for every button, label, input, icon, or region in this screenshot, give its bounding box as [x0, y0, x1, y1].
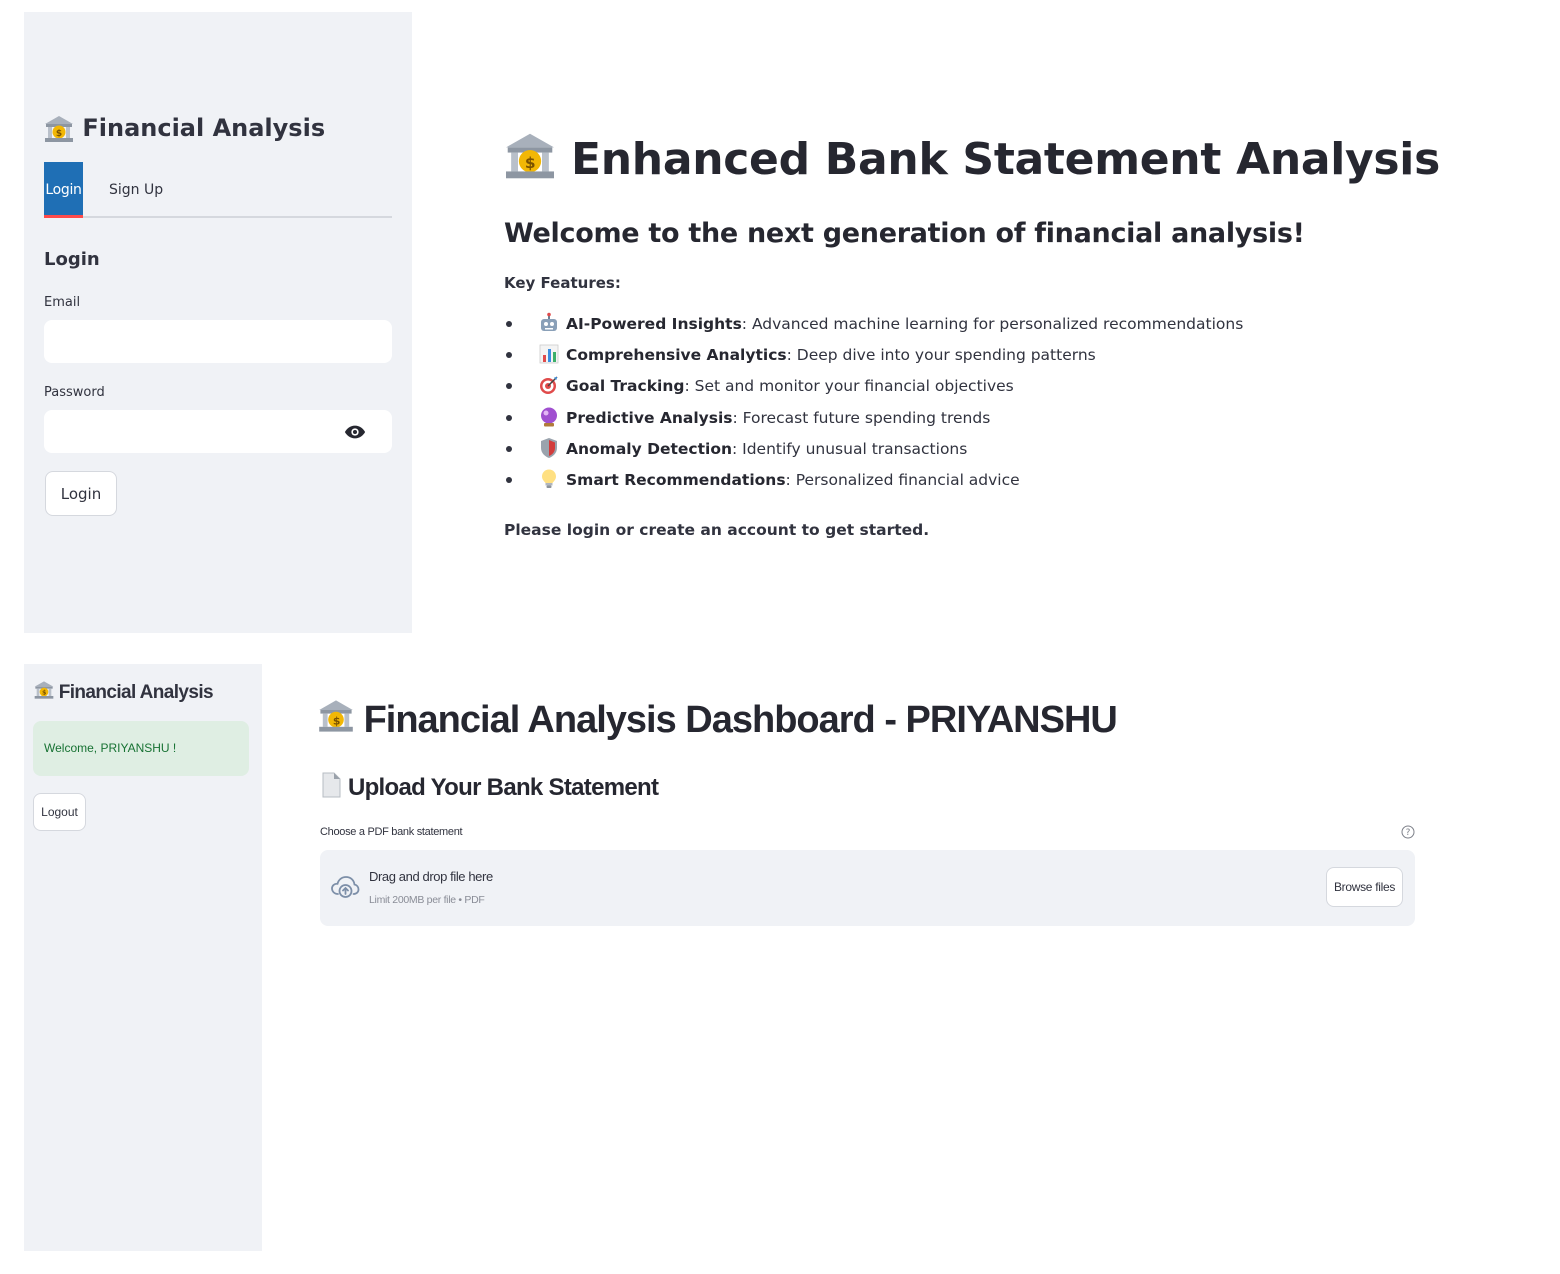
logout-button[interactable]: Logout: [33, 793, 86, 831]
bullet: [506, 445, 512, 452]
cloud-upload-icon: [331, 876, 360, 898]
document-icon: [322, 772, 341, 798]
svg-text:$: $: [42, 690, 46, 697]
feature-name: Predictive Analysis: [566, 408, 733, 427]
bank-icon: $: [34, 681, 54, 699]
bar-chart-icon: [539, 344, 559, 364]
login-form-title: Login: [44, 249, 100, 270]
lightbulb-icon: [542, 469, 556, 488]
feature-name: Anomaly Detection: [566, 439, 732, 458]
svg-text:$: $: [333, 714, 340, 727]
tab-login[interactable]: Login: [44, 162, 83, 218]
sidebar-title-text: Financial Analysis: [58, 682, 214, 703]
svg-text:$: $: [525, 154, 535, 172]
dropzone-instructions: Drag and drop file here: [369, 869, 493, 884]
sidebar-title: $ Financial Analysis: [34, 680, 214, 704]
bullet: [506, 414, 512, 421]
upload-heading: Upload Your Bank Statement: [320, 772, 659, 802]
robot-icon: [541, 312, 557, 331]
shield-icon: [541, 437, 557, 458]
feature-name: AI-Powered Insights: [566, 315, 742, 333]
eye-icon[interactable]: [344, 421, 366, 443]
feature-name: Comprehensive Analytics: [566, 346, 787, 365]
key-features-label: Key Features:: [504, 274, 621, 292]
password-label: Password: [44, 385, 105, 400]
dropzone-limit: Limit 200MB per file • PDF: [369, 894, 485, 906]
help-icon[interactable]: ?: [1401, 825, 1415, 839]
sidebar-title: $ Financial Analysis: [44, 114, 325, 143]
feature-desc: : Forecast future spending trends: [732, 408, 991, 427]
bullet: [506, 321, 512, 327]
bank-icon: $: [506, 133, 554, 179]
bullet: [506, 352, 512, 359]
password-field[interactable]: [44, 410, 392, 453]
feature-name: Goal Tracking: [566, 377, 685, 396]
uploader-label: Choose a PDF bank statement: [320, 826, 463, 838]
tab-signup[interactable]: Sign Up: [109, 162, 163, 218]
bank-icon: $: [45, 116, 73, 142]
email-label: Email: [44, 295, 81, 310]
feature-desc: : Set and monitor your financial objecti…: [684, 377, 1014, 396]
bullet: [506, 383, 512, 390]
upload-heading-text: Upload Your Bank Statement: [347, 774, 659, 801]
bullet: [506, 476, 512, 483]
browse-files-button[interactable]: Browse files: [1326, 867, 1403, 907]
bank-icon: $: [319, 700, 353, 732]
sidebar-title-text: Financial Analysis: [82, 114, 326, 142]
email-field[interactable]: [44, 320, 392, 363]
page-title: $ Enhanced Bank Statement Analysis: [504, 132, 1440, 185]
page-title-text: Enhanced Bank Statement Analysis: [571, 134, 1440, 185]
target-icon: [540, 376, 558, 395]
feature-name: Smart Recommendations: [566, 470, 786, 489]
auth-tabs: Login Sign Up: [44, 162, 392, 218]
welcome-alert: Welcome, PRIYANSHU !: [33, 721, 249, 776]
feature-desc: : Advanced machine learning for personal…: [741, 315, 1244, 333]
svg-text:?: ?: [1406, 828, 1411, 838]
welcome-heading: Welcome to the next generation of financ…: [504, 218, 1305, 249]
feature-desc: : Deep dive into your spending patterns: [786, 346, 1096, 365]
file-dropzone[interactable]: [320, 850, 1415, 926]
crystal-ball-icon: [541, 407, 557, 427]
get-started-text: Please login or create an account to get…: [504, 521, 930, 539]
feature-desc: : Identify unusual transactions: [732, 439, 968, 458]
login-button[interactable]: Login: [45, 471, 117, 516]
dashboard-title-text: Financial Analysis Dashboard - PRIYANSHU: [363, 699, 1118, 741]
feature-desc: : Personalized financial advice: [785, 470, 1020, 489]
dashboard-title: $ Financial Analysis Dashboard - PRIYANS…: [318, 696, 1118, 742]
svg-text:$: $: [56, 129, 62, 139]
